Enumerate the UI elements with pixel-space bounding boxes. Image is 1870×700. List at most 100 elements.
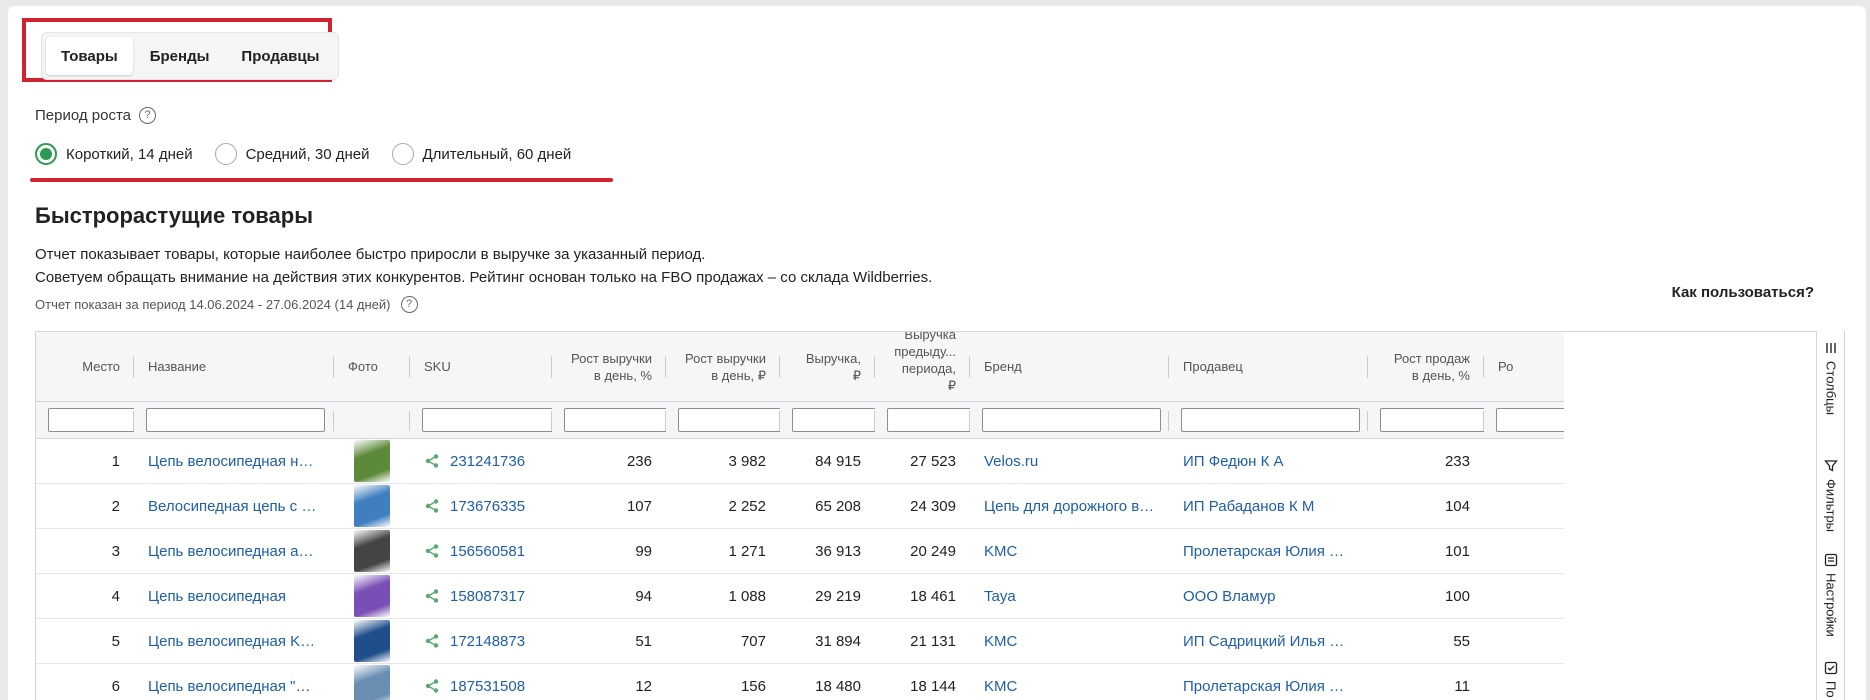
cell-photo: [334, 439, 410, 483]
seller-link[interactable]: ИП Рабаданов К М: [1183, 498, 1314, 515]
table-row[interactable]: 5 Цепь велосипедная KMC - ... 172148873 51 7…: [36, 619, 1564, 664]
how-to-use-link[interactable]: Как пользоваться?: [1672, 284, 1814, 301]
radio-period-medium[interactable]: Средний, 30 дней: [214, 143, 370, 165]
brand-link[interactable]: KMC: [984, 633, 1017, 650]
product-thumbnail[interactable]: [354, 665, 390, 700]
col-header-seller[interactable]: Продавец: [1169, 332, 1368, 401]
col-header-sales-growth[interactable]: Рост продаж в день, %: [1368, 332, 1484, 401]
help-icon[interactable]: ?: [400, 296, 418, 313]
product-thumbnail[interactable]: [354, 440, 390, 482]
filter-input-place[interactable]: [48, 408, 134, 432]
share-icon[interactable]: [424, 543, 440, 559]
col-header-line: Выручка,: [805, 350, 861, 366]
growth-period-label: Период роста ?: [35, 107, 157, 124]
col-header-next[interactable]: Ро: [1484, 332, 1564, 401]
filter-input-seller[interactable]: [1181, 408, 1360, 432]
seller-link[interactable]: Пролетарская Юлия Никол...: [1183, 678, 1354, 695]
col-header-photo[interactable]: Фото: [334, 332, 410, 401]
side-columns-button[interactable]: Столбцы: [1817, 341, 1845, 415]
cell-brand: KMC: [970, 529, 1169, 573]
col-header-name[interactable]: Название: [134, 332, 334, 401]
filter-cell: [552, 402, 666, 438]
product-name-link[interactable]: Цепь велосипедная на 6-7...: [148, 453, 320, 470]
table-row[interactable]: 1 Цепь велосипедная на 6-7... 231241736 236…: [36, 439, 1564, 484]
side-extra-button[interactable]: По: [1817, 661, 1845, 698]
filter-input-sku[interactable]: [422, 408, 552, 432]
product-name-link[interactable]: Велосипедная цепь с замк...: [148, 498, 320, 515]
cell-seller: Пролетарская Юлия Никол...: [1169, 664, 1368, 700]
growth-period-label-text: Период роста: [35, 107, 132, 124]
filter-input-sales-growth[interactable]: [1380, 408, 1484, 432]
sku-link[interactable]: 156560581: [450, 543, 525, 560]
cell-growth-pct: 51: [635, 632, 652, 650]
col-header-sku[interactable]: SKU: [410, 332, 552, 401]
share-icon[interactable]: [424, 678, 440, 694]
seller-link[interactable]: ООО Вламур: [1183, 588, 1275, 605]
help-icon[interactable]: ?: [139, 107, 157, 124]
filter-input-name[interactable]: [146, 408, 325, 432]
cell-next: [1484, 619, 1564, 663]
cell-sku: 156560581: [410, 529, 552, 573]
share-icon[interactable]: [424, 453, 440, 469]
seller-link[interactable]: Пролетарская Юлия Никол...: [1183, 543, 1354, 560]
product-thumbnail[interactable]: [354, 620, 390, 662]
col-header-revenue[interactable]: Выручка, ₽: [780, 332, 875, 401]
brand-link[interactable]: Цепь для дорожного велос...: [984, 498, 1155, 515]
brand-link[interactable]: Velos.ru: [984, 453, 1038, 470]
filter-input-growth-pct[interactable]: [564, 408, 666, 432]
seller-link[interactable]: ИП Садрицкий Илья Влади...: [1183, 633, 1354, 650]
sku-link[interactable]: 173676335: [450, 498, 525, 515]
radio-period-long[interactable]: Длительный, 60 дней: [391, 143, 571, 165]
share-icon[interactable]: [424, 588, 440, 604]
side-settings-button[interactable]: Настройки: [1817, 553, 1845, 637]
table-row[interactable]: 4 Цепь велосипедная 158087317 94 1 088 29 219…: [36, 574, 1564, 619]
filter-input-brand[interactable]: [982, 408, 1161, 432]
table-row[interactable]: 2 Велосипедная цепь с замк... 173676335 107…: [36, 484, 1564, 529]
description-line: Советуем обращать внимание на действия э…: [35, 269, 933, 286]
share-icon[interactable]: [424, 633, 440, 649]
col-header-line: Рост выручки: [571, 350, 652, 366]
sku-link[interactable]: 231241736: [450, 453, 525, 470]
table-row[interactable]: 6 Цепь велосипедная "KMC",... 187531508 12 1…: [36, 664, 1564, 700]
col-header-place[interactable]: Место: [36, 332, 134, 401]
cell-seller: ИП Рабаданов К М: [1169, 484, 1368, 528]
filter-input-prev-revenue[interactable]: [887, 408, 970, 432]
filter-input-growth-rub[interactable]: [678, 408, 780, 432]
brand-link[interactable]: KMC: [984, 678, 1017, 695]
col-header-prev-revenue[interactable]: Выручка предыду... периода, ₽: [875, 332, 970, 401]
radio-checked-icon: [35, 143, 57, 165]
cell-prev-revenue: 21 131: [910, 632, 956, 650]
report-description: Отчет показывает товары, которые наиболе…: [35, 243, 932, 289]
tab-brands[interactable]: Бренды: [135, 37, 225, 75]
filter-cell: [1484, 402, 1564, 438]
filter-input-revenue[interactable]: [792, 408, 875, 432]
col-header-growth-pct[interactable]: Рост выручки в день, %: [552, 332, 666, 401]
col-header-brand[interactable]: Бренд: [970, 332, 1169, 401]
filter-cell: [1169, 402, 1368, 438]
radio-period-short[interactable]: Короткий, 14 дней: [35, 143, 193, 165]
product-name-link[interactable]: Цепь велосипедная аналог...: [148, 543, 320, 560]
col-header-growth-rub[interactable]: Рост выручки в день, ₽: [666, 332, 780, 401]
brand-link[interactable]: KMC: [984, 543, 1017, 560]
brand-link[interactable]: Taya: [984, 588, 1016, 605]
tab-products[interactable]: Товары: [46, 37, 133, 75]
side-filters-button[interactable]: Фильтры: [1817, 459, 1845, 532]
seller-link[interactable]: ИП Федюн К А: [1183, 453, 1284, 470]
filter-input-next[interactable]: [1496, 408, 1564, 432]
product-name-link[interactable]: Цепь велосипедная "KMC",...: [148, 678, 320, 695]
product-thumbnail[interactable]: [354, 575, 390, 617]
product-thumbnail[interactable]: [354, 485, 390, 527]
sku-link[interactable]: 187531508: [450, 678, 525, 695]
share-icon[interactable]: [424, 498, 440, 514]
product-thumbnail[interactable]: [354, 530, 390, 572]
cell-brand: Цепь для дорожного велос...: [970, 484, 1169, 528]
product-name-link[interactable]: Цепь велосипедная: [148, 588, 286, 605]
product-name-link[interactable]: Цепь велосипедная KMC - ...: [148, 633, 320, 650]
cell-revenue: 36 913: [815, 542, 861, 560]
filter-cell: [666, 402, 780, 438]
cell-growth-rub: 1 271: [728, 542, 766, 560]
table-row[interactable]: 3 Цепь велосипедная аналог... 156560581 99 1…: [36, 529, 1564, 574]
sku-link[interactable]: 172148873: [450, 633, 525, 650]
sku-link[interactable]: 158087317: [450, 588, 525, 605]
tab-sellers[interactable]: Продавцы: [226, 37, 334, 75]
